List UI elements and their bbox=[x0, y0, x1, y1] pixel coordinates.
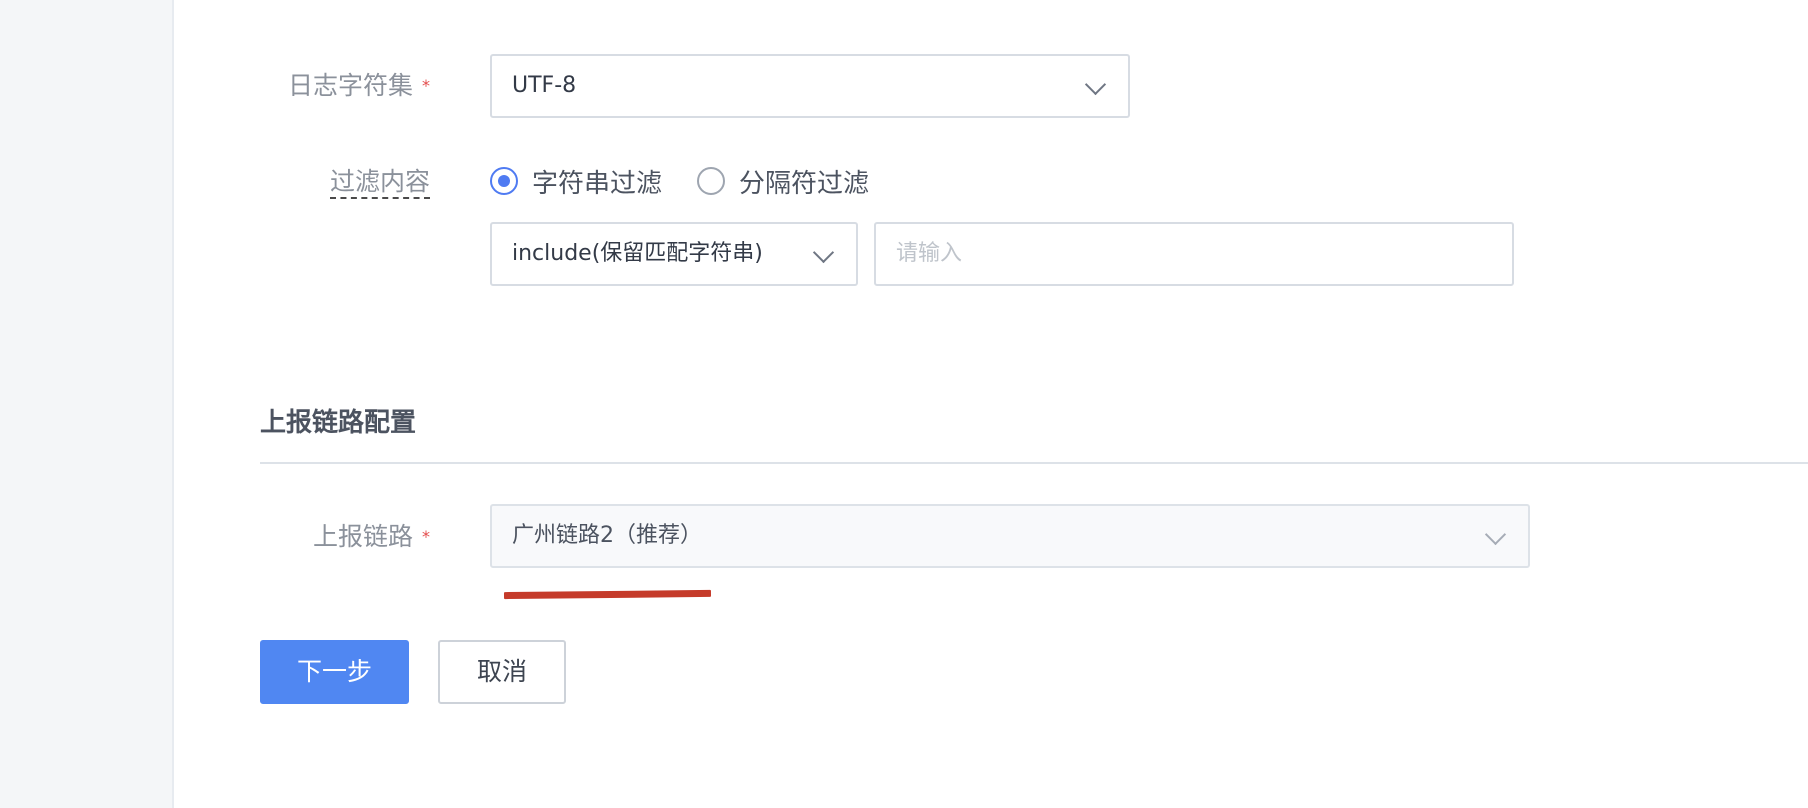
left-sidebar-rail bbox=[0, 0, 174, 808]
delimiter-filter-label: 分隔符过滤 bbox=[739, 168, 870, 199]
log-charset-select[interactable]: UTF-8 bbox=[490, 54, 1130, 118]
filter-mode-value: include(保留匹配字符串) bbox=[512, 241, 763, 266]
filter-mode-select[interactable]: include(保留匹配字符串) bbox=[490, 222, 858, 286]
required-asterisk: * bbox=[422, 76, 430, 95]
report-link-value: 广州链路2（推荐） bbox=[512, 523, 702, 548]
filter-content-label: 过滤内容 bbox=[174, 164, 430, 200]
log-charset-label: 日志字符集 * bbox=[287, 71, 430, 100]
filter-string-input[interactable]: 请输入 bbox=[874, 222, 1514, 286]
form-content: 日志字符集 * UTF-8 过滤内容 字符串过滤 分隔符过滤 include(保留… bbox=[174, 0, 1808, 808]
report-link-section-title: 上报链路配置 bbox=[260, 408, 417, 438]
cancel-button[interactable]: 取消 bbox=[438, 640, 566, 704]
page: 日志字符集 * UTF-8 过滤内容 字符串过滤 分隔符过滤 include(保留… bbox=[0, 0, 1808, 808]
next-step-button[interactable]: 下一步 bbox=[260, 640, 409, 704]
log-charset-value: UTF-8 bbox=[512, 73, 577, 98]
report-link-label: 上报链路 * bbox=[312, 522, 430, 551]
section-divider bbox=[260, 462, 1808, 464]
report-link-select[interactable]: 广州链路2（推荐） bbox=[490, 504, 1530, 568]
radio-unselected-icon bbox=[697, 167, 725, 195]
required-asterisk: * bbox=[422, 527, 430, 546]
chevron-down-icon bbox=[812, 241, 835, 264]
chevron-down-icon bbox=[1484, 523, 1507, 546]
delimiter-filter-radio[interactable]: 分隔符过滤 bbox=[697, 163, 869, 199]
radio-dot bbox=[498, 175, 510, 187]
chevron-down-icon bbox=[1084, 73, 1107, 96]
string-filter-label: 字符串过滤 bbox=[532, 168, 663, 199]
filter-string-placeholder: 请输入 bbox=[896, 241, 963, 266]
string-filter-radio[interactable]: 字符串过滤 bbox=[490, 163, 662, 199]
red-annotation-underline bbox=[503, 589, 712, 600]
radio-selected-icon bbox=[490, 167, 518, 195]
